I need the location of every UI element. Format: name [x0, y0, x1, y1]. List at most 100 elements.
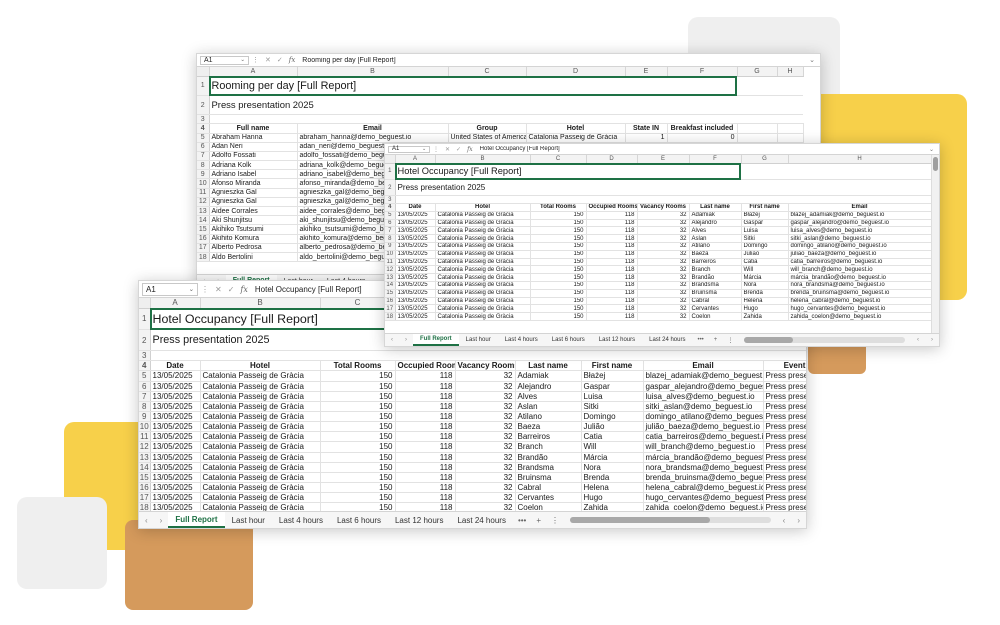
- row-header[interactable]: 7: [139, 391, 151, 402]
- data-cell[interactable]: Barreiros: [689, 258, 742, 267]
- data-cell[interactable]: Branch: [515, 441, 582, 453]
- data-cell[interactable]: 13/05/2025: [150, 472, 201, 483]
- row-header[interactable]: 16: [139, 482, 151, 494]
- data-cell[interactable]: Adriano Isabel: [209, 169, 298, 180]
- data-cell[interactable]: 150: [320, 381, 396, 392]
- report-title[interactable]: Rooming per day [Full Report]: [209, 76, 803, 97]
- data-cell[interactable]: Adamiak: [515, 370, 582, 382]
- data-cell[interactable]: Aidee Corrales: [209, 206, 298, 217]
- empty-cell[interactable]: [200, 350, 320, 362]
- data-cell[interactable]: United States of America: [448, 133, 527, 143]
- data-cell[interactable]: 32: [637, 289, 690, 298]
- column-header[interactable]: D: [586, 155, 638, 164]
- column-title-cell[interactable]: Full name: [209, 123, 298, 134]
- data-cell[interactable]: Adriana Kolk: [209, 160, 298, 171]
- data-cell[interactable]: 32: [455, 462, 516, 473]
- data-cell[interactable]: 32: [637, 219, 690, 228]
- sheet-tab[interactable]: Last 12 hours: [388, 512, 450, 528]
- data-cell[interactable]: Catalonia Passeig de Gràcia: [200, 370, 321, 382]
- data-cell[interactable]: 13/05/2025: [395, 312, 436, 321]
- data-cell[interactable]: 13/05/2025: [395, 242, 436, 251]
- tab-scroll-right-icon[interactable]: ›: [405, 337, 407, 343]
- data-cell[interactable]: gaspar_alejandro@demo_beguest.io: [643, 381, 764, 392]
- empty-cell[interactable]: [435, 195, 530, 205]
- data-cell[interactable]: sitki_aslan@demo_beguest.io: [788, 234, 932, 244]
- data-cell[interactable]: 150: [530, 265, 587, 275]
- row-header[interactable]: 3: [139, 350, 151, 362]
- more-tabs-icon[interactable]: •••: [518, 516, 526, 525]
- data-cell[interactable]: 13/05/2025: [150, 482, 201, 494]
- sheet-tab[interactable]: Last 6 hours: [330, 512, 388, 528]
- data-cell[interactable]: brenda_bruinsma@demo_beguest.io: [788, 289, 932, 298]
- data-cell[interactable]: 150: [530, 289, 587, 298]
- data-cell[interactable]: 32: [637, 211, 690, 220]
- data-cell[interactable]: Julião: [581, 421, 644, 433]
- column-header[interactable]: H: [788, 155, 932, 164]
- expand-formula-icon[interactable]: ⌄: [809, 56, 815, 64]
- row-header[interactable]: 3: [385, 195, 396, 205]
- data-cell[interactable]: 118: [586, 226, 638, 236]
- row-header[interactable]: 18: [197, 252, 210, 263]
- data-cell[interactable]: Afonso Miranda: [209, 178, 298, 189]
- column-header[interactable]: B: [200, 298, 321, 309]
- empty-cell[interactable]: [526, 114, 625, 125]
- data-cell[interactable]: Baeza: [515, 421, 582, 433]
- data-cell[interactable]: Catia: [741, 258, 789, 267]
- data-cell[interactable]: 118: [586, 281, 638, 290]
- row-header[interactable]: 14: [197, 215, 210, 226]
- data-cell[interactable]: Catalonia Passeig de Gràcia: [435, 273, 531, 283]
- data-cell[interactable]: 118: [395, 391, 456, 402]
- data-cell[interactable]: Press presentation: [763, 492, 806, 504]
- data-cell[interactable]: 32: [455, 411, 516, 423]
- data-cell[interactable]: Luisa: [581, 391, 644, 402]
- data-cell[interactable]: 118: [395, 381, 456, 392]
- scroll-right-icon[interactable]: ›: [931, 337, 933, 343]
- data-cell[interactable]: will_branch@demo_beguest.io: [788, 265, 932, 275]
- row-header[interactable]: 8: [385, 234, 396, 244]
- column-header[interactable]: D: [526, 67, 626, 77]
- data-cell[interactable]: Will: [581, 441, 644, 453]
- data-cell[interactable]: domingo_atilano@demo_beguest.io: [788, 242, 932, 251]
- data-cell[interactable]: 32: [637, 304, 690, 314]
- name-box[interactable]: A1 ⌄: [200, 55, 249, 65]
- data-cell[interactable]: 13/05/2025: [395, 297, 436, 306]
- column-title-cell[interactable]: [777, 123, 804, 134]
- data-cell[interactable]: Press presentation: [763, 381, 806, 392]
- data-cell[interactable]: 13/05/2025: [150, 452, 201, 463]
- data-cell[interactable]: Catia: [581, 431, 644, 443]
- data-cell[interactable]: Domingo: [741, 242, 789, 251]
- data-cell[interactable]: blazej_adamiak@demo_beguest.io: [643, 370, 764, 382]
- row-header[interactable]: 11: [385, 258, 396, 267]
- data-cell[interactable]: 32: [637, 234, 690, 244]
- row-header[interactable]: 7: [197, 151, 210, 162]
- data-cell[interactable]: Sitki: [581, 401, 644, 412]
- data-cell[interactable]: Coelon: [689, 312, 742, 321]
- data-cell[interactable]: Press presentation: [763, 411, 806, 423]
- data-cell[interactable]: Press presentation: [763, 421, 806, 433]
- data-cell[interactable]: 32: [637, 242, 690, 251]
- sheet-tab[interactable]: Last 4 hours: [498, 334, 545, 346]
- data-cell[interactable]: Press presentation: [763, 472, 806, 483]
- sheet-tab[interactable]: Last 6 hours: [545, 334, 592, 346]
- data-cell[interactable]: 13/05/2025: [395, 219, 436, 228]
- data-cell[interactable]: Błażej: [741, 211, 789, 220]
- row-header[interactable]: 16: [385, 297, 396, 306]
- fx-icon[interactable]: fx: [289, 56, 296, 64]
- data-cell[interactable]: sitki_aslan@demo_beguest.io: [643, 401, 764, 412]
- data-cell[interactable]: 118: [586, 211, 638, 220]
- column-header[interactable]: H: [777, 67, 804, 77]
- data-cell[interactable]: 150: [530, 226, 587, 236]
- data-cell[interactable]: hugo_cervantes@demo_beguest.io: [643, 492, 764, 504]
- data-cell[interactable]: Catalonia Passeig de Gràcia: [435, 211, 531, 220]
- data-cell[interactable]: 150: [530, 219, 587, 228]
- data-cell[interactable]: Press presentation: [763, 370, 806, 382]
- data-cell[interactable]: Press presentation: [763, 462, 806, 473]
- column-header[interactable]: A: [395, 155, 436, 164]
- data-cell[interactable]: Julião: [741, 250, 789, 259]
- data-cell[interactable]: 13/05/2025: [395, 289, 436, 298]
- data-cell[interactable]: Catalonia Passeig de Gràcia: [435, 234, 531, 244]
- data-cell[interactable]: Brenda: [741, 289, 789, 298]
- row-header[interactable]: 2: [385, 179, 396, 197]
- column-title-cell[interactable]: Vacancy Rooms: [455, 360, 516, 372]
- data-cell[interactable]: márcia_brandão@demo_beguest.io: [643, 452, 764, 463]
